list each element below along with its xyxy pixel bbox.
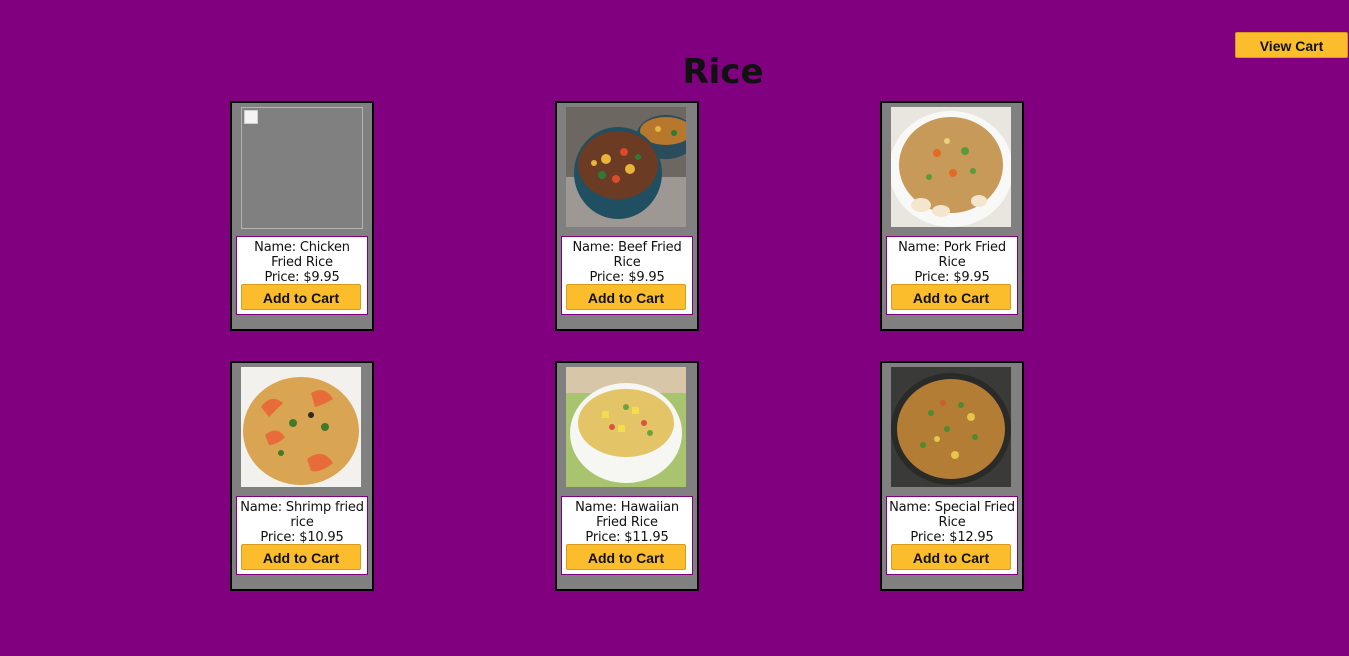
product-price: Price: $12.95	[910, 530, 994, 545]
product-info: Name: Hawaiian Fried Rice Price: $11.95 …	[561, 496, 693, 575]
product-card-shrimp-fried-rice: Name: Shrimp fried rice Price: $10.95 Ad…	[230, 361, 374, 591]
add-to-cart-button[interactable]: Add to Cart	[891, 284, 1011, 310]
product-info: Name: Beef Fried Rice Price: $9.95 Add t…	[561, 236, 693, 315]
product-price: Price: $11.95	[585, 530, 669, 545]
product-price: Price: $9.95	[264, 270, 340, 285]
product-card-beef-fried-rice: Name: Beef Fried Rice Price: $9.95 Add t…	[555, 101, 699, 331]
product-name: Name: Beef Fried Rice	[572, 240, 682, 270]
product-card-chicken-fried-rice: Name: Chicken Fried Rice Price: $9.95 Ad…	[230, 101, 374, 331]
page-title: Rice	[682, 52, 764, 92]
add-to-cart-button[interactable]: Add to Cart	[891, 544, 1011, 570]
product-price: Price: $9.95	[914, 270, 990, 285]
add-to-cart-button[interactable]: Add to Cart	[241, 284, 361, 310]
shrimp-fried-rice-image	[241, 367, 363, 489]
hawaiian-fried-rice-image	[566, 367, 688, 489]
product-price: Price: $10.95	[260, 530, 344, 545]
add-to-cart-button[interactable]: Add to Cart	[566, 284, 686, 310]
product-card-hawaiian-fried-rice: Name: Hawaiian Fried Rice Price: $11.95 …	[555, 361, 699, 591]
product-image-broken	[241, 107, 363, 229]
special-fried-rice-image	[891, 367, 1013, 489]
product-card-pork-fried-rice: Name: Pork Fried Rice Price: $9.95 Add t…	[880, 101, 1024, 331]
product-price: Price: $9.95	[589, 270, 665, 285]
add-to-cart-button[interactable]: Add to Cart	[241, 544, 361, 570]
product-name: Name: Hawaiian Fried Rice	[575, 500, 679, 530]
product-name: Name: Shrimp fried rice	[240, 500, 364, 530]
product-name: Name: Pork Fried Rice	[898, 240, 1006, 270]
product-info: Name: Chicken Fried Rice Price: $9.95 Ad…	[236, 236, 368, 315]
pork-fried-rice-image	[891, 107, 1013, 229]
broken-image-icon	[244, 110, 258, 124]
add-to-cart-button[interactable]: Add to Cart	[566, 544, 686, 570]
product-card-special-fried-rice: Name: Special Fried Rice Price: $12.95 A…	[880, 361, 1024, 591]
product-name: Name: Chicken Fried Rice	[254, 240, 350, 270]
beef-fried-rice-image	[566, 107, 688, 229]
product-info: Name: Pork Fried Rice Price: $9.95 Add t…	[886, 236, 1018, 315]
product-info: Name: Special Fried Rice Price: $12.95 A…	[886, 496, 1018, 575]
product-info: Name: Shrimp fried rice Price: $10.95 Ad…	[236, 496, 368, 575]
product-name: Name: Special Fried Rice	[889, 500, 1015, 530]
